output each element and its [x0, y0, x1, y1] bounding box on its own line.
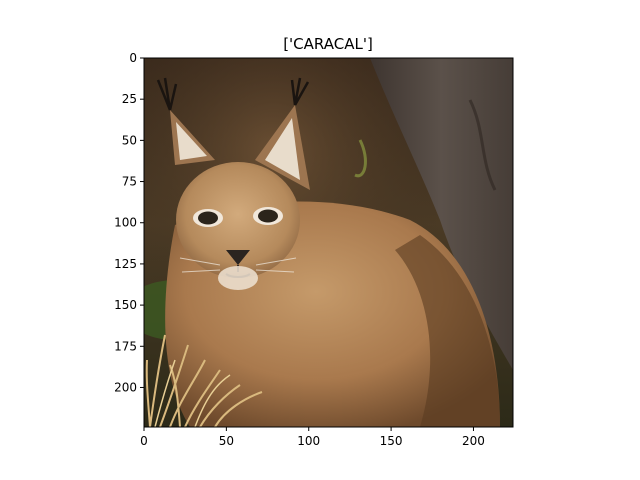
y-tick-label: 150: [114, 298, 137, 312]
y-tick-label: 50: [122, 133, 137, 147]
x-tick-label: 150: [380, 434, 403, 448]
x-axis: 0 50 100 150 200: [140, 427, 485, 448]
y-tick-label: 75: [122, 175, 137, 189]
y-tick-label: 200: [114, 380, 137, 394]
figure-canvas: ['CARACAL'] 0 50 100 150 200 0 25 50 75 100 125 15…: [114, 35, 514, 448]
plot-title: ['CARACAL']: [283, 35, 373, 53]
caracal-photo: [144, 58, 513, 427]
x-tick-label: 100: [297, 434, 320, 448]
x-tick-label: 50: [219, 434, 234, 448]
y-tick-label: 25: [122, 92, 137, 106]
x-tick-label: 0: [140, 434, 148, 448]
y-axis: 0 25 50 75 100 125 150 175 200: [114, 51, 144, 394]
x-tick-label: 200: [462, 434, 485, 448]
y-tick-label: 175: [114, 339, 137, 353]
y-tick-label: 100: [114, 216, 137, 230]
y-tick-label: 0: [129, 51, 137, 65]
y-tick-label: 125: [114, 257, 137, 271]
